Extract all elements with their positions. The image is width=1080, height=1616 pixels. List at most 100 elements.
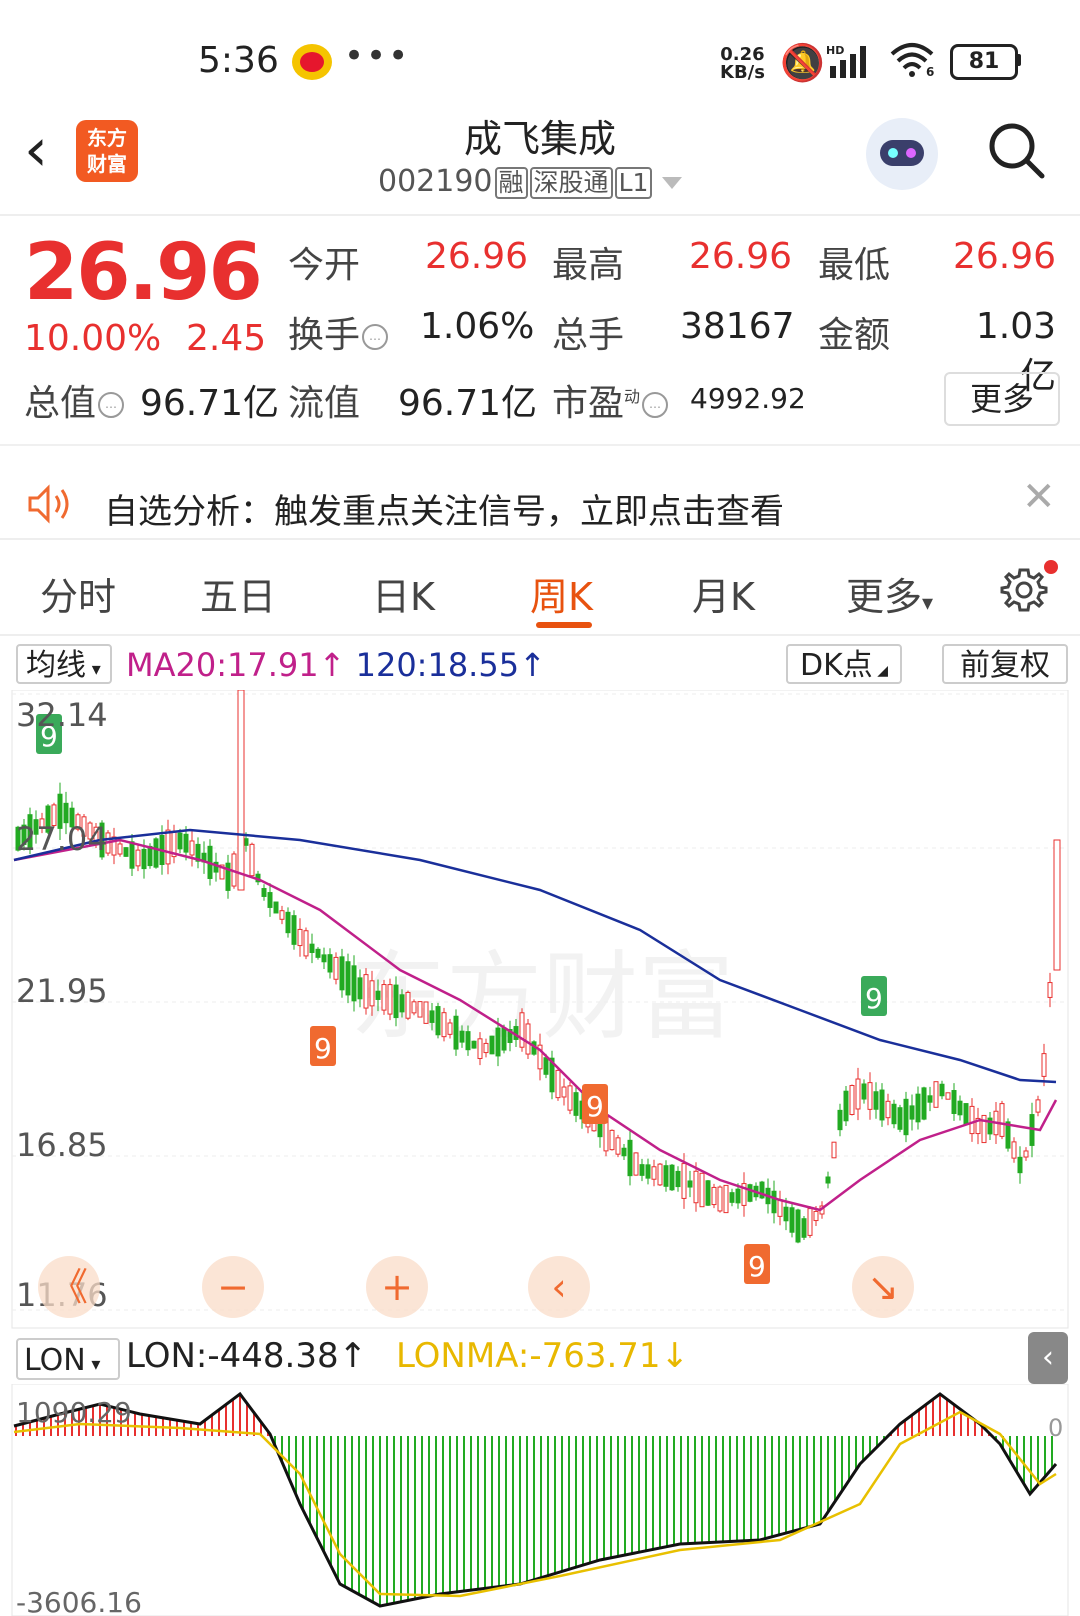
dk-point-button[interactable]: DK点 ◢: [786, 644, 902, 684]
tab-intraday[interactable]: 分时: [40, 566, 116, 621]
candle: [639, 1164, 645, 1176]
candle: [327, 954, 333, 973]
candle: [1035, 1099, 1041, 1113]
candle: [309, 943, 315, 953]
expand-button[interactable]: ↘: [852, 1256, 914, 1318]
candle: [183, 833, 189, 853]
candle: [645, 1164, 651, 1179]
candle: [1017, 1156, 1023, 1174]
candle: [417, 1001, 423, 1018]
tab-five-day[interactable]: 五日: [200, 566, 276, 621]
tab-monthly-k[interactable]: 月K: [692, 566, 755, 621]
candle: [891, 1103, 897, 1125]
candle: [315, 948, 321, 958]
candle: [501, 1027, 507, 1051]
candle: [129, 841, 135, 869]
low-label: 最低: [818, 245, 891, 286]
tab-daily-k[interactable]: 日K: [372, 566, 435, 621]
total-value: 96.71亿: [140, 383, 280, 424]
tag-connect: 深股通: [529, 167, 613, 199]
y-label-4: 16.85: [16, 1126, 108, 1164]
candle: [633, 1152, 639, 1176]
y-label-2: 27.04: [16, 820, 108, 858]
candle: [903, 1098, 909, 1136]
candle: [963, 1103, 969, 1125]
candle: [1053, 839, 1061, 971]
candle: [447, 1022, 453, 1035]
prev-button[interactable]: ‹: [528, 1256, 590, 1318]
candle: [825, 1176, 831, 1184]
kline-chart[interactable]: 东方财富 99999 32.14 27.04 21.95 16.85 11.76: [0, 690, 1080, 1330]
candle: [777, 1199, 783, 1217]
amount-label: 金额: [818, 315, 891, 356]
candle: [1041, 1053, 1047, 1077]
adjust-button[interactable]: 前复权: [942, 644, 1068, 684]
candle: [333, 956, 339, 980]
collapse-panel-button[interactable]: ‹: [1028, 1332, 1068, 1384]
candle: [339, 956, 345, 991]
current-price: 26.96: [24, 228, 263, 318]
candle: [897, 1107, 903, 1130]
notification-dot: [1044, 560, 1058, 574]
candle: [711, 1186, 717, 1206]
candle: [945, 1092, 951, 1100]
candle: [411, 1001, 417, 1014]
ma-select[interactable]: 均线 ▾: [16, 644, 112, 684]
candle: [261, 888, 267, 897]
indicator-select[interactable]: LON ▾: [16, 1338, 120, 1380]
weibo-icon: [292, 44, 332, 80]
wifi-icon: 6: [890, 43, 934, 78]
candle: [789, 1207, 795, 1233]
candle: [135, 849, 141, 867]
close-icon[interactable]: ✕: [1022, 474, 1056, 520]
assistant-robot-icon[interactable]: [866, 118, 938, 190]
candle: [459, 1030, 465, 1043]
gear-icon[interactable]: [1000, 566, 1048, 614]
candle: [609, 1129, 615, 1151]
total-value-label: 总值…: [24, 374, 125, 426]
turnover-label: 换手…: [288, 306, 389, 358]
info-icon: …: [642, 392, 669, 418]
search-icon[interactable]: [986, 120, 1046, 180]
candle: [117, 843, 123, 855]
candle: [435, 1006, 441, 1036]
tab-more[interactable]: 更多▾: [846, 566, 933, 621]
battery-icon: 81: [950, 44, 1018, 80]
candle: [885, 1100, 891, 1119]
candle: [705, 1180, 711, 1206]
td-sequence-label: 9: [865, 982, 883, 1015]
candle: [285, 911, 291, 934]
lon-chart[interactable]: 1090.29 -3606.16 0: [0, 1384, 1080, 1616]
candle: [123, 847, 129, 857]
chevron-down-icon: [662, 176, 683, 189]
candle: [225, 862, 231, 891]
stock-code-row[interactable]: 002190 融深股通 L1: [378, 164, 683, 199]
candle: [249, 843, 255, 877]
candle: [279, 910, 285, 920]
candle: [651, 1166, 657, 1180]
candle: [177, 832, 183, 850]
more-quote-button[interactable]: 更多: [944, 372, 1060, 426]
candle: [471, 1040, 477, 1049]
zoom-in-button[interactable]: +: [366, 1256, 428, 1318]
candle: [465, 1031, 471, 1051]
candle: [615, 1137, 621, 1155]
candle: [1011, 1141, 1017, 1159]
alert-message[interactable]: 自选分析：触发重点关注信号，立即点击查看: [104, 484, 784, 533]
tab-weekly-k[interactable]: 周K: [530, 566, 593, 621]
float-value: 96.71亿: [398, 383, 538, 424]
candle: [849, 1085, 855, 1115]
network-speed: 0.26 KB/s: [720, 44, 765, 83]
candle: [669, 1164, 675, 1191]
zoom-out-button[interactable]: −: [202, 1256, 264, 1318]
candle: [729, 1192, 735, 1203]
rewind-button[interactable]: 《: [38, 1256, 100, 1318]
candle: [771, 1190, 777, 1214]
change-percent: 10.00%: [24, 318, 162, 359]
candle: [369, 980, 375, 1007]
candle: [843, 1090, 849, 1122]
candle: [189, 840, 195, 856]
pe-label: 市盈动…: [552, 374, 669, 426]
candle: [783, 1206, 789, 1222]
candle: [855, 1078, 861, 1110]
